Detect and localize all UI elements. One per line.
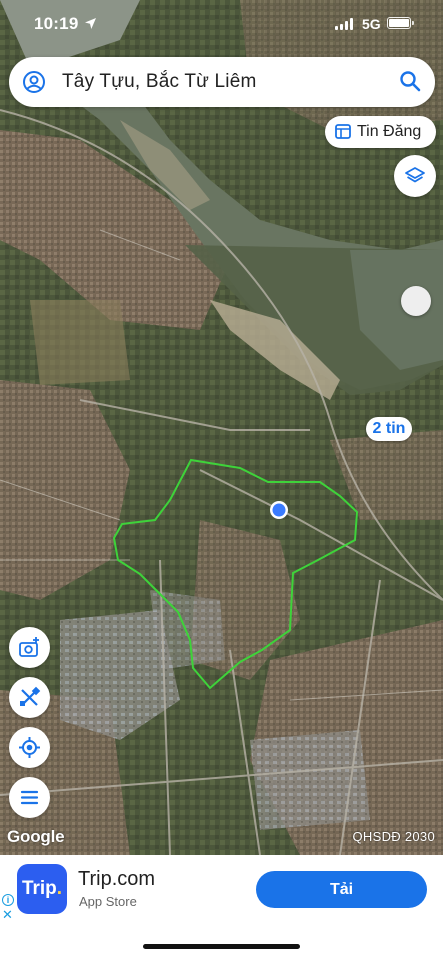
my-location-button[interactable] xyxy=(9,727,50,768)
search-bar[interactable]: Tây Tựu, Bắc Từ Liêm xyxy=(9,57,435,107)
ad-install-button[interactable]: Tải xyxy=(256,871,427,908)
satellite-map[interactable]: 10:19 5G Tây Tựu, Bắc Từ Liêm Tin Đăng 2… xyxy=(0,0,443,855)
ad-subtitle: App Store xyxy=(79,894,137,909)
home-indicator xyxy=(143,944,300,949)
overlay-opacity-slider-knob[interactable] xyxy=(401,286,431,316)
measure-tools-icon xyxy=(20,686,41,706)
my-location-icon xyxy=(19,737,40,758)
status-bar: 10:19 5G xyxy=(0,0,443,50)
menu-button[interactable] xyxy=(9,777,50,818)
ad-info-icon[interactable]: i xyxy=(2,894,14,906)
ad-banner[interactable]: Trip. Trip.com App Store Tải i ✕ xyxy=(0,855,443,925)
search-query[interactable]: Tây Tựu, Bắc Từ Liêm xyxy=(62,71,257,93)
ad-title[interactable]: Trip.com xyxy=(78,868,155,891)
add-photo-button[interactable] xyxy=(9,627,50,668)
account-circle-icon[interactable] xyxy=(22,70,46,94)
camera-add-icon xyxy=(19,637,39,657)
location-arrow-icon xyxy=(85,18,96,29)
listing-count-badge[interactable]: 2 tin xyxy=(366,417,412,441)
layers-icon xyxy=(405,167,425,183)
land-use-plan-label: QHSDĐ 2030 xyxy=(352,829,435,844)
trip-app-logo[interactable]: Trip. xyxy=(17,864,67,914)
status-time: 10:19 xyxy=(34,14,79,33)
tin-dang-button[interactable]: Tin Đăng xyxy=(325,116,436,148)
home-indicator-area xyxy=(0,925,443,959)
listing-icon xyxy=(335,124,351,139)
menu-icon xyxy=(20,790,39,805)
network-type: 5G xyxy=(362,16,381,32)
tin-dang-label: Tin Đăng xyxy=(357,123,422,140)
layers-button[interactable] xyxy=(394,155,436,197)
signal-icon xyxy=(335,18,353,30)
ad-close-icon[interactable]: ✕ xyxy=(2,908,13,921)
battery-icon xyxy=(387,17,414,29)
google-attribution: Google xyxy=(7,827,65,846)
search-icon[interactable] xyxy=(399,70,421,92)
measure-tools-button[interactable] xyxy=(9,677,50,718)
